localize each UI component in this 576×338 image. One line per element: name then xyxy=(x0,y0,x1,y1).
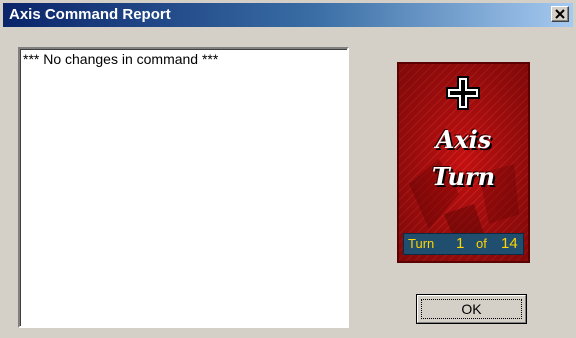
axis-word: Axis xyxy=(435,125,492,154)
turn-counter: Turn 1 of 14 xyxy=(403,233,524,255)
axis-turn-banner: Axis Turn Turn 1 of 14 xyxy=(397,62,530,263)
window-title: Axis Command Report xyxy=(9,6,171,23)
ok-button-label: OK xyxy=(461,301,482,317)
turn-total: 14 xyxy=(501,235,518,252)
title-bar[interactable]: Axis Command Report xyxy=(3,3,573,27)
axis-command-report-dialog: Axis Command Report *** No changes in co… xyxy=(0,0,576,338)
report-text-area[interactable]: *** No changes in command *** xyxy=(18,47,349,328)
close-button[interactable] xyxy=(551,6,569,22)
turn-counter-label: Turn xyxy=(408,236,435,251)
turn-current: 1 xyxy=(456,235,465,252)
turn-of-label: of xyxy=(476,236,487,251)
report-line: *** No changes in command *** xyxy=(23,51,219,67)
turn-word: Turn xyxy=(431,162,496,191)
ok-button[interactable]: OK xyxy=(416,294,527,324)
close-icon xyxy=(555,9,565,19)
